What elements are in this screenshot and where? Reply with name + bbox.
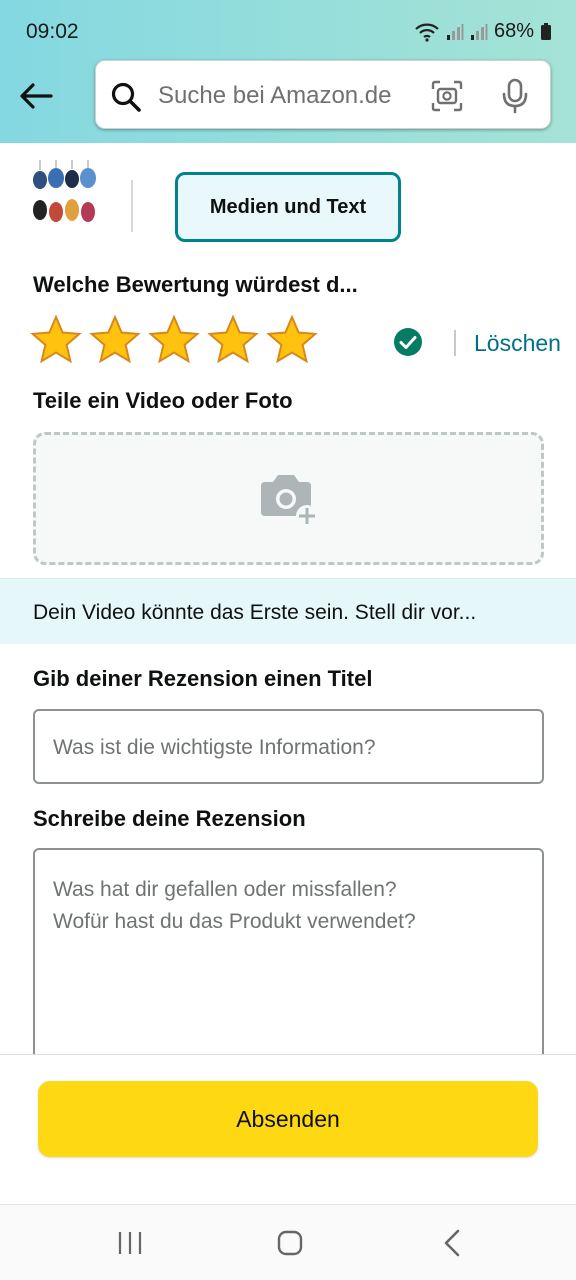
search-input[interactable]: Suche bei Amazon.de [158,82,392,110]
add-photo-icon [260,474,318,527]
search-icon [111,82,141,112]
review-body-placeholder: Was hat dir gefallen oder missfallen? Wo… [53,878,416,933]
footer: Absenden [0,1054,576,1204]
signal-icon [446,23,464,40]
submit-button[interactable]: Absenden [38,1081,538,1157]
review-title-input[interactable]: Was ist die wichtigste Information? [33,709,544,784]
tab-media-and-text[interactable]: Medien und Text [175,172,401,242]
review-title-heading: Gib deiner Rezension einen Titel [33,666,373,691]
back-button[interactable] [16,76,56,116]
star-5-icon[interactable] [266,314,318,366]
nav-back-icon[interactable] [441,1229,463,1257]
signal-2-icon [470,23,488,40]
media-upload-area[interactable] [33,432,544,565]
battery-percent: 68% [493,20,534,42]
banner-text: Dein Video könnte das Erste sein. Stell … [33,601,477,624]
video-info-banner[interactable]: Dein Video könnte das Erste sein. Stell … [0,578,576,644]
review-body-heading: Schreibe deine Rezension [33,806,306,831]
home-icon[interactable] [276,1229,304,1257]
product-thumbnail[interactable] [30,160,102,232]
check-circle-icon [394,328,422,356]
separator [454,330,456,356]
rating-heading: Welche Bewertung würdest d... [33,272,358,297]
delete-rating-link[interactable]: Löschen [474,330,561,357]
status-icons: 68% [414,20,552,43]
microphone-icon[interactable] [502,78,528,114]
star-4-icon[interactable] [207,314,259,366]
media-upload-heading: Teile ein Video oder Foto [33,388,293,413]
status-bar: 09:02 68% [0,0,576,62]
back-arrow-icon [20,83,53,109]
star-rating[interactable] [30,314,318,366]
recent-apps-icon[interactable] [117,1230,143,1256]
header: 09:02 68% Suche bei Amazon.de [0,0,576,143]
divider [131,180,133,232]
status-time: 09:02 [26,20,79,43]
star-1-icon[interactable] [30,314,82,366]
review-body-textarea[interactable]: Was hat dir gefallen oder missfallen? Wo… [33,848,544,1078]
camera-scan-icon[interactable] [430,79,464,113]
system-nav-bar [0,1204,576,1280]
search-bar[interactable]: Suche bei Amazon.de [95,60,551,129]
review-title-placeholder: Was ist die wichtigste Information? [53,736,376,759]
battery-icon [541,22,551,40]
star-3-icon[interactable] [148,314,200,366]
star-2-icon[interactable] [89,314,141,366]
wifi-icon [415,23,439,42]
